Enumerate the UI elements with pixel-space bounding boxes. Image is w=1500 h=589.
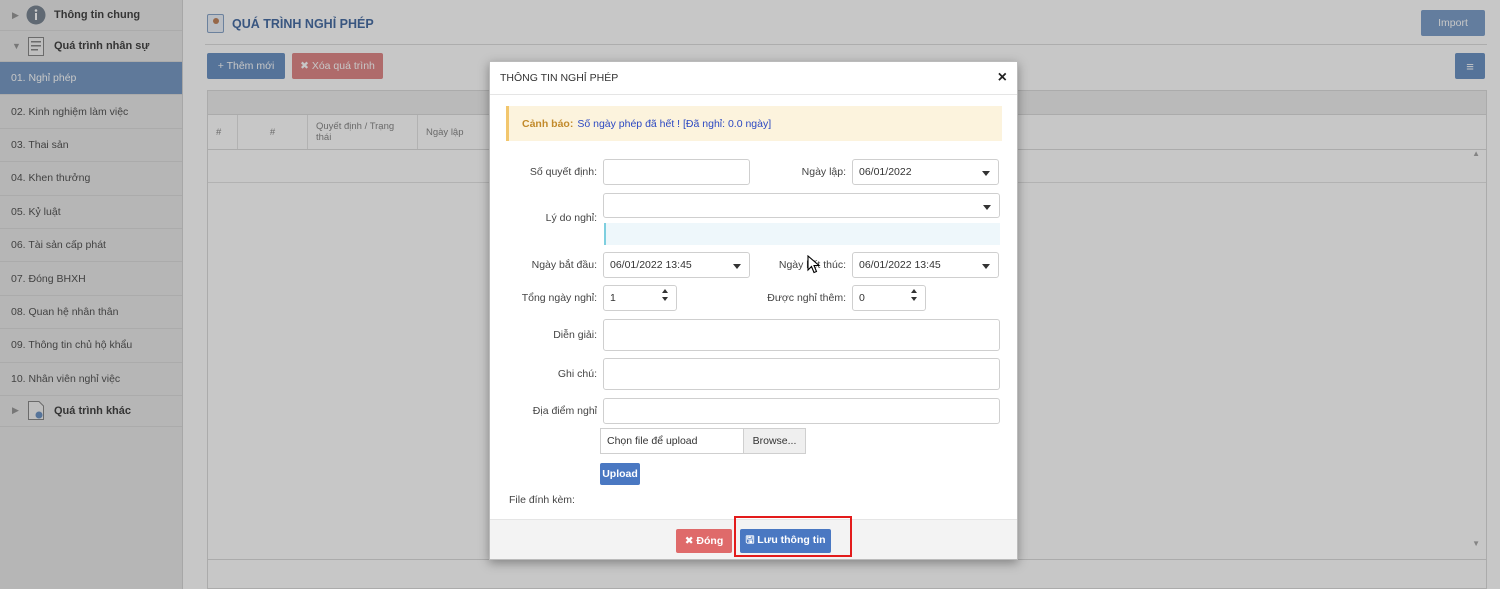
ngay-lap-select[interactable]: 06/01/2022 — [852, 159, 999, 185]
browse-button[interactable]: Browse... — [743, 429, 805, 453]
ngay-lap-label: Ngày lập: — [801, 166, 846, 178]
leave-info-modal: THÔNG TIN NGHỈ PHÉP × Cảnh báo: Số ngày … — [489, 61, 1018, 560]
warning-alert: Cảnh báo: Số ngày phép đã hết ! [Đã nghỉ… — [506, 106, 1002, 141]
file-picker[interactable]: Chọn file để upload Browse... — [600, 428, 806, 454]
ly-do-nghi-label: Lý do nghỉ: — [545, 212, 597, 224]
dia-diem-nghi-label: Địa điểm nghỉ — [532, 405, 597, 417]
ghi-chu-label: Ghi chú: — [557, 368, 597, 380]
chevron-down-icon — [982, 171, 990, 176]
ngay-bat-dau-label: Ngày bắt đầu: — [531, 259, 597, 271]
duoc-nghi-them-label: Được nghỉ thêm: — [767, 292, 846, 304]
tong-ngay-nghi-stepper[interactable]: 1 — [603, 285, 677, 311]
dia-diem-nghi-input[interactable] — [603, 398, 1000, 424]
dien-giai-textarea[interactable] — [603, 319, 1000, 351]
ghi-chu-textarea[interactable] — [603, 358, 1000, 390]
dien-giai-label: Diễn giải: — [553, 329, 597, 341]
warning-message: Số ngày phép đã hết ! [Đã nghỉ: 0.0 ngày… — [577, 117, 772, 130]
file-placeholder: Chọn file để upload — [607, 435, 698, 447]
ly-do-nghi-select[interactable] — [603, 193, 1000, 218]
close-icon[interactable]: × — [998, 69, 1007, 87]
modal-header: THÔNG TIN NGHỈ PHÉP × — [490, 62, 1017, 95]
ngay-bat-dau-select[interactable]: 06/01/2022 13:45 — [603, 252, 750, 278]
mouse-cursor-icon — [807, 255, 821, 274]
so-quyet-dinh-input[interactable] — [603, 159, 750, 185]
warning-label: Cảnh báo: — [522, 117, 574, 130]
reason-note-bar — [604, 223, 1000, 245]
upload-button[interactable]: Upload — [600, 463, 640, 485]
ngay-ket-thuc-select[interactable]: 06/01/2022 13:45 — [852, 252, 999, 278]
chevron-down-icon — [982, 264, 990, 269]
save-button[interactable]: 🖫 Lưu thông tin — [740, 529, 831, 553]
spinner-icon[interactable] — [662, 289, 668, 301]
ngay-ket-thuc-label: Ngày kết thúc: — [778, 259, 846, 271]
so-quyet-dinh-label: Số quyết định: — [529, 166, 597, 178]
modal-footer: ✖ Đóng 🖫 Lưu thông tin — [490, 519, 1017, 559]
duoc-nghi-them-stepper[interactable]: 0 — [852, 285, 926, 311]
chevron-down-icon — [733, 264, 741, 269]
spinner-icon[interactable] — [911, 289, 917, 301]
chevron-down-icon — [983, 205, 991, 210]
close-button[interactable]: ✖ Đóng — [676, 529, 732, 553]
modal-title: THÔNG TIN NGHỈ PHÉP — [500, 72, 619, 84]
attachment-label: File đính kèm: — [509, 494, 575, 506]
tong-ngay-nghi-label: Tổng ngày nghỉ: — [521, 292, 597, 304]
